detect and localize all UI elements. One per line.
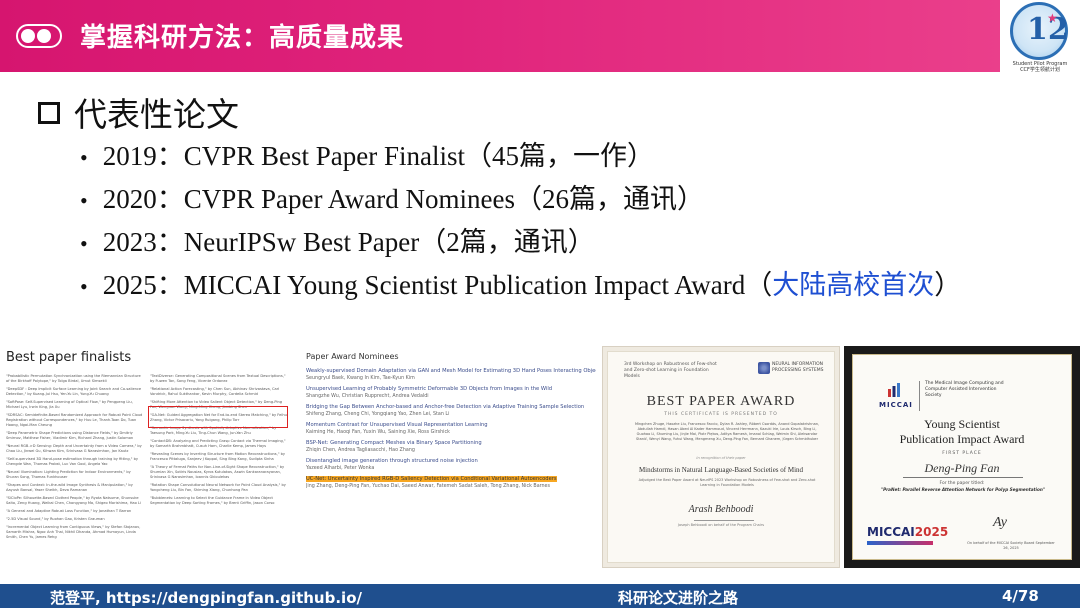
- nominee-authors: Zhiqin Chen, Andrea Tagliasacchi, Hao Zh…: [306, 448, 415, 453]
- signature-line: [694, 520, 754, 521]
- award-nominees-image: Paper Award Nominees Weakly-supervised D…: [298, 346, 598, 568]
- miccai-award-certificate-image: MICCAI The Medical Image Computing and C…: [844, 346, 1080, 568]
- nominee-title: Bridging the Gap Between Anchor-based an…: [306, 404, 585, 410]
- signature: Ay: [993, 515, 1007, 530]
- nominee-title: Disentangled image generation through st…: [306, 458, 478, 464]
- certificate-authors: Mingchen Zhuge, Haozhe Liu, Francesco Fa…: [634, 422, 820, 441]
- list-item: • 2020：CVPR Paper Award Nominees（26篇，通讯）: [80, 181, 961, 224]
- certificate-frame: 3rd Workshop on Robustness of Few-shot a…: [607, 351, 835, 563]
- miccai-logo-icon: [888, 383, 900, 397]
- miccai-logo-text: MICCAI: [879, 401, 913, 409]
- list-item: "DeepSDF : Deep Implicit Surface Learnin…: [6, 387, 142, 396]
- list-item: "Rotation Shape Convolutional Neural Net…: [150, 483, 286, 492]
- for-paper-label: For the paper titled:: [939, 481, 985, 486]
- neurips-name: NEURAL INFORMATION PROCESSING SYSTEMS: [772, 362, 824, 373]
- list-item: "ContactDB: Analyzing and Predicting Gra…: [150, 439, 286, 448]
- award-title: Young Scientist Publication Impact Award: [899, 417, 1025, 446]
- divider: [919, 381, 920, 411]
- course-title: 科研论文进阶之路: [618, 589, 739, 607]
- panel-title: Best paper finalists: [6, 350, 132, 365]
- nominee-title: UC-Net: Uncertainty Inspired RGB-D Salie…: [306, 476, 557, 482]
- nominees-list: Weakly-supervised Domain Adaptation via …: [306, 368, 596, 494]
- list-item: "Incremental Object Learning from Contig…: [6, 525, 141, 539]
- list-item: • 2019：CVPR Best Paper Finalist（45篇，一作）: [80, 138, 961, 181]
- signature: Arash Behboodi: [688, 504, 754, 515]
- panel-title: Paper Award Nominees: [306, 352, 399, 361]
- recipient-name: Deng-Ping Fan: [924, 461, 1000, 475]
- list-item: "Probabilistic Permutation Synchronizati…: [6, 374, 141, 383]
- society-name: The Medical Image Computing and Computer…: [925, 381, 1004, 398]
- logo-caption-zh: CCF学生领航计划: [1020, 67, 1060, 73]
- paper-list: • 2019：CVPR Best Paper Finalist（45篇，一作） …: [80, 138, 961, 310]
- signer-name: Joseph Behboodi on behalf of the Program…: [677, 523, 765, 527]
- bullet-icon: •: [80, 274, 88, 299]
- list-item: "Deep Parametric Shape Predictions using…: [6, 431, 134, 440]
- list-item: • 2023：NeurIPSw Best Paper（2篇，通讯）: [80, 224, 961, 267]
- nominee-authors: Jing Zhang, Deng-Ping Fan, Yuchao Dai, S…: [306, 484, 551, 489]
- nominee-authors: Shifeng Zhang, Cheng Chi, Yongqiang Yao,…: [306, 412, 450, 417]
- award-paper-title: "PraNet: Parallel Reverse Attention Netw…: [880, 487, 1045, 492]
- list-item: • 2025：MICCAI Young Scientist Publicatio…: [80, 267, 961, 310]
- bullet-icon: •: [80, 188, 88, 213]
- best-paper-finalists-image: Best paper finalists "Probabilistic Perm…: [0, 346, 292, 568]
- highlight-text: 大陆高校首次: [772, 270, 935, 300]
- certificate-recognition: In recognition of their paper: [696, 456, 746, 460]
- list-item: "Neural RGB->D Sensing: Depth and Uncert…: [6, 444, 142, 453]
- author-url: 范登平, https://dengpingfan.github.io/: [50, 589, 362, 607]
- section-heading: 代表性论文: [38, 88, 239, 136]
- section-heading-text: 代表性论文: [74, 95, 239, 134]
- list-item: "Neural Illumination: Lighting Predictio…: [6, 470, 131, 479]
- list-item: "Revealing Scenes by Inverting Structure…: [150, 452, 286, 461]
- logo-stripe: [867, 541, 933, 545]
- list-item: "Relational Action Forecasting," by Chen…: [150, 387, 280, 396]
- nominee-authors: Seungryul Baek, Kwang In Kim, Tae-Kyun K…: [306, 376, 415, 381]
- divider: [903, 477, 1023, 478]
- slide-title: 掌握科研方法：高质量成果: [80, 23, 405, 53]
- list-item: "SoftPose: Self-Supervised Learning of O…: [6, 400, 133, 409]
- slide-footer: 范登平, https://dengpingfan.github.io/ 科研论文…: [0, 584, 1080, 608]
- nominee-title: BSP-Net: Generating Compact Meshes via B…: [306, 440, 482, 446]
- toggle-dots-icon: [16, 24, 62, 48]
- nominee-authors: Shangzhe Wu, Christian Rupprecht, Andrea…: [306, 394, 429, 399]
- list-item: "SiCloPe: Silhouette-Based Clothed Peopl…: [6, 496, 141, 505]
- nominee-title: Unsupervised Learning of Probably Symmet…: [306, 386, 553, 392]
- board-signature-caption: On behalf of the MICCAI Society Board Se…: [967, 541, 1055, 550]
- page-number: 4/78: [1002, 587, 1039, 605]
- award-place: FIRST PLACE: [942, 451, 982, 456]
- certificate-adjudged: Adjudged the Best Paper Award at NeurIPS…: [638, 478, 816, 487]
- certificate-subheading: THIS CERTIFICATE IS PRESENTED TO: [664, 412, 778, 417]
- list-item: "Self-supervised 3D Hand-pose estimation…: [6, 457, 139, 466]
- checkbox-square-icon: [38, 102, 60, 124]
- list-item: "A Theory of Fermat Paths for Non-Line-o…: [150, 465, 285, 479]
- workshop-name: 3rd Workshop on Robustness of Few-shot a…: [624, 362, 717, 379]
- slide-header: 掌握科研方法：高质量成果: [0, 0, 1000, 72]
- highlight-box: [148, 406, 288, 428]
- ccf-logo-emblem: 12 ★: [1010, 2, 1069, 60]
- nominee-authors: Yazeed Alharbi, Peter Wonka: [306, 466, 375, 471]
- list-item: "2.5D Visual Sound," by Ruohan Gao, Kris…: [6, 517, 105, 521]
- finalists-column-left: "Probabilistic Permutation Synchronizati…: [6, 374, 144, 543]
- bullet-icon: •: [80, 145, 88, 170]
- certificate-frame: MICCAI The Medical Image Computing and C…: [852, 354, 1072, 560]
- ccf-logo: 12 ★ Student Pilot Program CCF学生领航计划: [1000, 0, 1080, 73]
- list-item: "SDRSAC: Semidefinite-Based Randomized A…: [6, 413, 143, 427]
- certificate-heading: BEST PAPER AWARD: [646, 394, 796, 409]
- certificate-paper-title: Mindstorms in Natural Language-Based Soc…: [638, 466, 804, 474]
- nominee-authors: Kaiming He, Haoqi Fan, Yuxin Wu, Saining…: [306, 430, 450, 435]
- neurips-logo-icon: [758, 362, 770, 374]
- best-paper-certificate-image: 3rd Workshop on Robustness of Few-shot a…: [602, 346, 840, 568]
- list-item: "A General and Adaptive Robust Loss Func…: [6, 509, 132, 513]
- finalists-column-right: "TextDiverse: Generating Compositional S…: [150, 374, 288, 509]
- list-item: "Bubblenets: Learning to Select the Guid…: [150, 496, 275, 505]
- nominee-title: Momentum Contrast for Unsupervised Visua…: [306, 422, 488, 428]
- list-item: "TextDiverse: Generating Compositional S…: [150, 374, 286, 383]
- list-item: "Shapes and Context: In-the-wild Image S…: [6, 483, 133, 492]
- miccai-2025-logo: MICCAI2025: [867, 525, 949, 539]
- nominee-title: Weakly-supervised Domain Adaptation via …: [306, 368, 596, 374]
- bullet-icon: •: [80, 231, 88, 256]
